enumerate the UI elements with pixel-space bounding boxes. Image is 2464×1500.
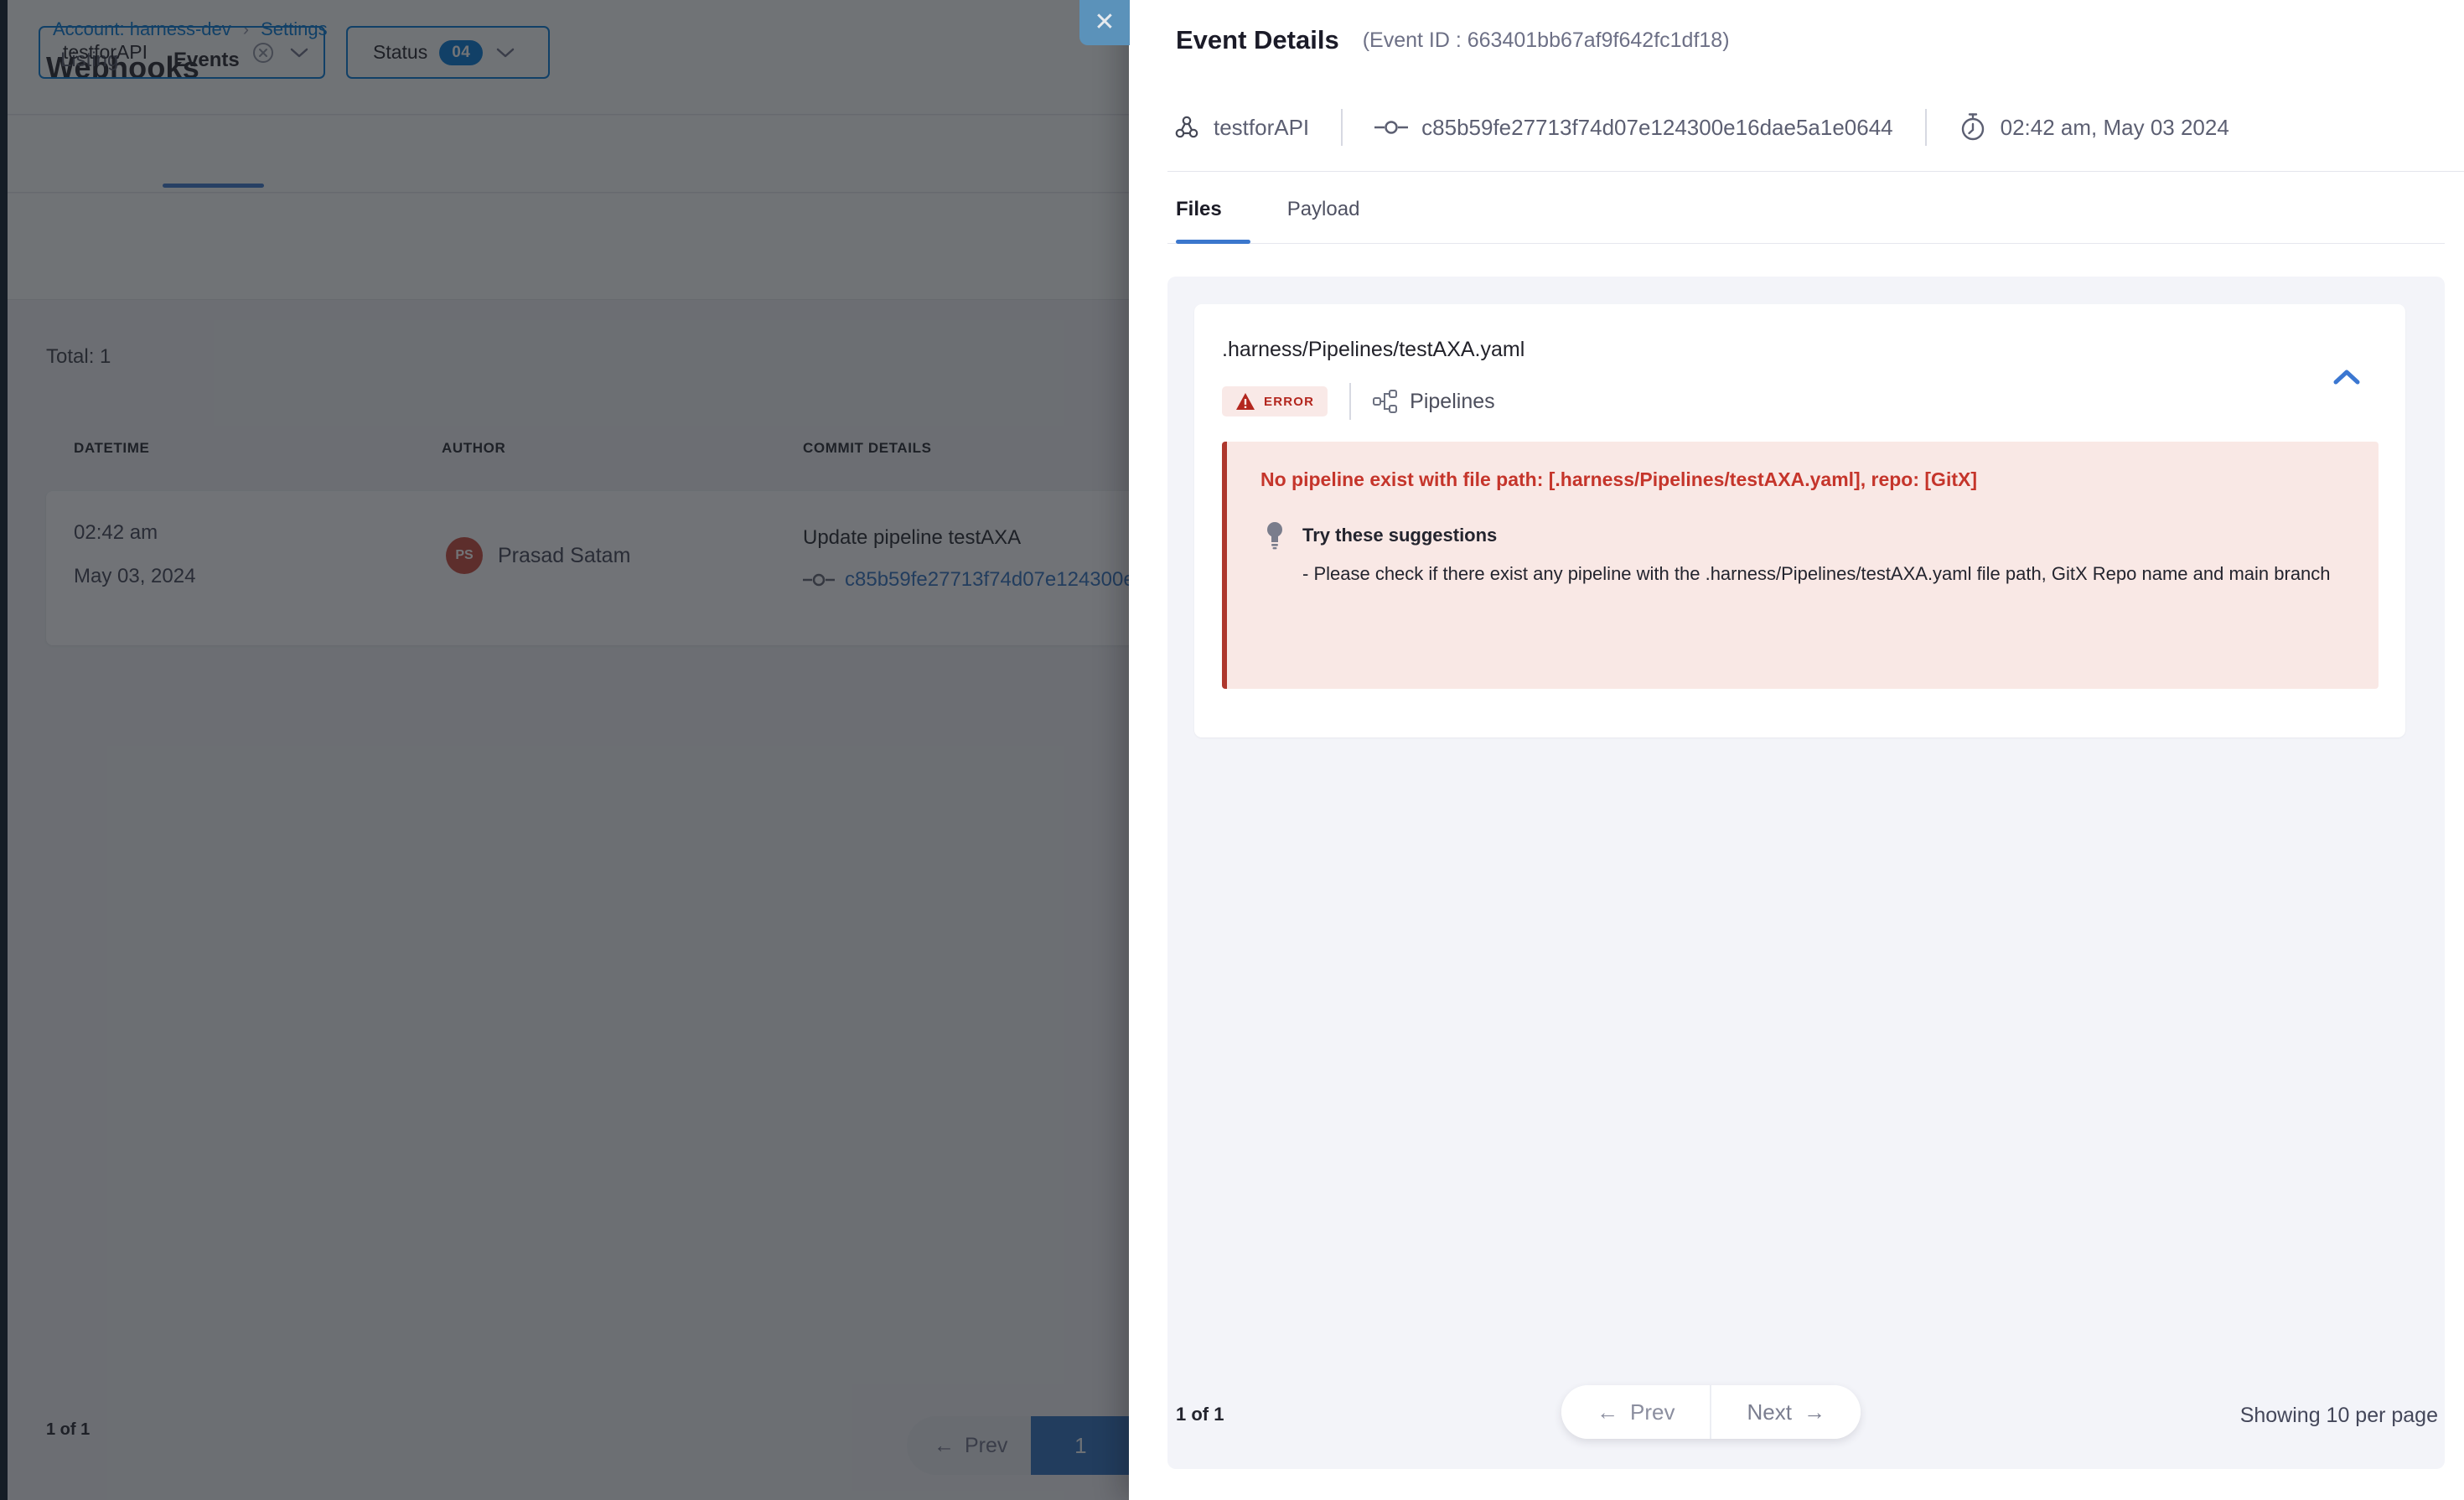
collapse-card-button[interactable] (2330, 363, 2363, 391)
pipelines-icon (1373, 390, 1398, 413)
webhook-name: testforAPI (1214, 115, 1309, 141)
suggestion-heading: Try these suggestions (1302, 525, 1497, 546)
error-status-label: ERROR (1264, 395, 1314, 409)
file-card: .harness/Pipelines/testAXA.yaml ERROR (1194, 304, 2405, 737)
chevron-up-icon (2332, 367, 2362, 387)
webhook-icon (1173, 114, 1200, 141)
drawer-pagination: ← Prev Next → (1561, 1385, 1861, 1439)
next-label: Next (1747, 1399, 1791, 1425)
meta-divider (1341, 109, 1343, 146)
timestamp: 02:42 am, May 03 2024 (2001, 115, 2229, 141)
commit-meta: c85b59fe27713f74d07e124300e16dae5a1e0644 (1374, 115, 1892, 141)
active-tab-underline (1176, 240, 1250, 244)
lightbulb-icon (1264, 520, 1286, 551)
arrow-right-icon: → (1804, 1399, 1825, 1425)
warning-triangle-icon (1235, 392, 1255, 411)
webhook-meta: testforAPI (1173, 114, 1309, 141)
next-button[interactable]: Next → (1711, 1385, 1860, 1439)
drawer-close-button[interactable]: ✕ (1079, 0, 1130, 45)
file-path: .harness/Pipelines/testAXA.yaml (1222, 338, 1524, 362)
event-details-drawer: Event Details (Event ID : 663401bb67af9f… (1129, 0, 2464, 1500)
tab-payload[interactable]: Payload (1287, 198, 1360, 233)
files-panel: .harness/Pipelines/testAXA.yaml ERROR (1167, 277, 2445, 1469)
event-meta-row: testforAPI c85b59fe27713f74d07e124300e16… (1173, 109, 2229, 146)
prev-button[interactable]: ← Prev (1561, 1385, 1711, 1439)
commit-hash: c85b59fe27713f74d07e124300e16dae5a1e0644 (1421, 115, 1892, 141)
commit-icon (1374, 118, 1408, 137)
tabs-divider (1167, 243, 2445, 244)
drawer-title: Event Details (1176, 25, 1339, 55)
event-id: (Event ID : 663401bb67af9f642fc1df18) (1363, 28, 1730, 53)
modal-dim-overlay[interactable] (0, 0, 1130, 1500)
close-icon: ✕ (1094, 10, 1115, 35)
header-divider (1167, 171, 2464, 172)
suggestion-text: - Please check if there exist any pipeli… (1302, 559, 2331, 589)
arrow-left-icon: ← (1597, 1399, 1618, 1425)
error-title: No pipeline exist with file path: [.harn… (1260, 468, 1977, 491)
error-message-box: No pipeline exist with file path: [.harn… (1222, 442, 2379, 689)
drawer-page-count: 1 of 1 (1176, 1404, 1224, 1425)
clock-icon (1959, 112, 1987, 142)
drawer-footer: 1 of 1 ← Prev Next → Showing 10 per page (1167, 1385, 2445, 1446)
entity-label: Pipelines (1410, 390, 1494, 414)
prev-label: Prev (1630, 1399, 1675, 1425)
per-page-label: Showing 10 per page (2240, 1404, 2438, 1428)
meta-divider (1925, 109, 1927, 146)
timestamp-meta: 02:42 am, May 03 2024 (1959, 112, 2229, 142)
tab-files[interactable]: Files (1176, 198, 1222, 233)
screen: Account: harness-dev › Settings Webhooks… (0, 0, 2464, 1500)
error-status-badge: ERROR (1222, 386, 1328, 416)
status-divider (1349, 383, 1351, 420)
